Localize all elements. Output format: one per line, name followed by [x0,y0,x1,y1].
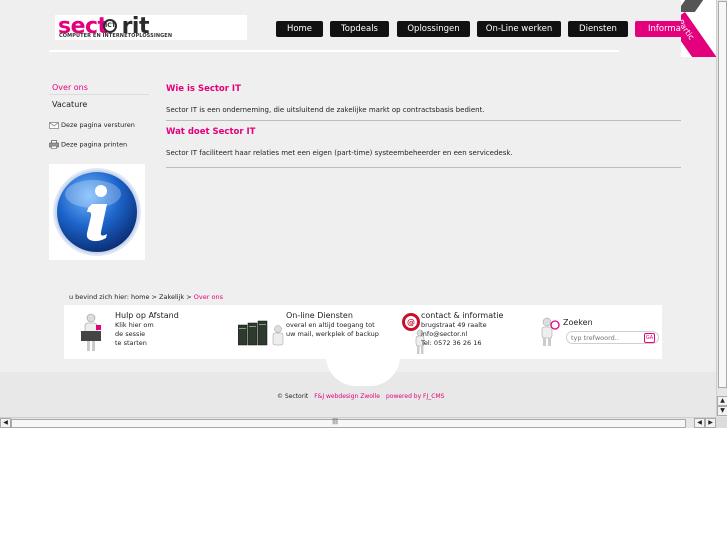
remote-help-line-2: de sessie [115,330,146,338]
print-page-label: Deze pagina printen [61,140,128,149]
copyright-text: © Sectorit [277,393,309,400]
contact-title: contact & informatie [421,311,504,320]
scroll-down-arrow-icon[interactable]: ▼ [717,406,727,416]
scroll-left-arrow-icon[interactable]: ◀ [0,418,11,428]
remote-help-block[interactable]: Hulp op Afstand Klik hier om de sessie t… [64,305,234,359]
nav-oplossingen[interactable]: Oplossingen [397,21,470,37]
search-title: Zoeken [563,318,593,327]
send-page-label: Deze pagina versturen [61,121,135,129]
main-content: Wie is Sector IT Sector IT is een ondern… [166,82,681,168]
online-services-line-2: uw mail, werkplek of backup [286,330,379,338]
info-image [49,164,145,260]
contact-email[interactable]: info@sector.nl [421,330,467,339]
online-services-line-1: overal en altijd toegang tot [286,321,375,329]
powered-by-link[interactable]: powered by FJ_CMS [386,393,444,400]
online-services-title: On-line Diensten [286,311,353,320]
section-text-wat: Sector IT faciliteert haar relaties met … [166,148,681,168]
webdesign-link[interactable]: F&J webdesign Zwolle [314,393,380,400]
footer-credits: © Sectorit F&J webdesign Zwolle powered by… [277,393,444,400]
search-figure-icon [541,317,560,346]
online-services-block[interactable]: On-line Diensten overal en altijd toegan… [236,305,386,359]
page-viewport: sect rit ICT COMPUTER EN INTERNETOPLOSSIN… [0,0,716,417]
scrollbar-corner [716,417,727,428]
breadcrumb-prefix: u bevind zich hier: [69,293,129,301]
scroll-right-arrow-icon[interactable]: ▶ [705,418,716,428]
logo-tagline: COMPUTER EN INTERNETOPLOSSINGEN [59,33,173,39]
left-column: Over ons Vacature Deze pagina versturen … [49,80,149,260]
vertical-scroll-thumb[interactable] [718,1,727,388]
logo-ring-icon: ICT [103,19,117,33]
svg-text:@: @ [407,318,415,327]
search-input[interactable] [571,333,641,343]
helpdesk-figure-icon [81,313,101,351]
ribbon-label: Partic [681,12,716,57]
horizontal-scroll-thumb[interactable] [11,419,686,428]
footer-panel: Hulp op Afstand Klik hier om de sessie t… [64,305,662,359]
horizontal-scrollbar[interactable]: ◀ ||||| ◀ ▶ [0,417,716,428]
nav-diensten[interactable]: Diensten [568,21,628,37]
nav-topdeals[interactable]: Topdeals [330,21,389,37]
site-header: sect rit ICT COMPUTER EN INTERNETOPLOSSIN… [0,0,716,57]
ribbon-fold [681,0,704,12]
servers-icon [238,320,284,346]
printer-icon [49,140,59,149]
breadcrumb: u bevind zich hier: home > Zakelijk > Ov… [69,293,223,301]
vertical-scrollbar[interactable]: ▲ ▼ [716,0,727,417]
section-text-wie: Sector IT is een onderneming, die uitslu… [166,105,681,121]
particulier-ribbon[interactable]: Partic [681,0,716,57]
sectorit-logo[interactable]: sect rit ICT COMPUTER EN INTERNETOPLOSSIN… [55,14,247,40]
header-divider [49,50,619,52]
search-box: GA [566,331,659,344]
scroll-left-arrow-2-icon[interactable]: ◀ [694,418,705,428]
remote-help-line-3: te starten [115,339,147,347]
subnav-over-ons[interactable]: Over ons [49,80,149,95]
contact-phone: Tel: 0572 36 26 16 [421,339,482,347]
nav-home[interactable]: Home [276,21,323,37]
envelope-icon [49,121,59,129]
section-heading-wat: Wat doet Sector IT [166,127,256,137]
info-icon [53,168,141,256]
remote-help-title: Hulp op Afstand [115,311,179,320]
breadcrumb-trail[interactable]: home > Zakelijk > [131,293,192,301]
scroll-up-arrow-icon[interactable]: ▲ [717,396,727,406]
send-page-link[interactable]: Deze pagina versturen [49,121,135,129]
breadcrumb-current: Over ons [193,293,223,301]
remote-help-line-1: Klik hier om [115,321,154,329]
section-heading-wie: Wie is Sector IT [166,84,241,94]
search-go-button[interactable]: GA [644,333,655,343]
print-page-link[interactable]: Deze pagina printen [49,140,127,149]
contact-block: @ contact & informatie brugstraat 49 raa… [388,305,528,359]
contact-address: brugstraat 49 raalte [421,321,487,329]
scroll-grip-icon: ||||| [332,418,338,425]
subnav-vacature[interactable]: Vacature [49,97,149,112]
nav-online-werken[interactable]: On-Line werken [477,21,561,37]
